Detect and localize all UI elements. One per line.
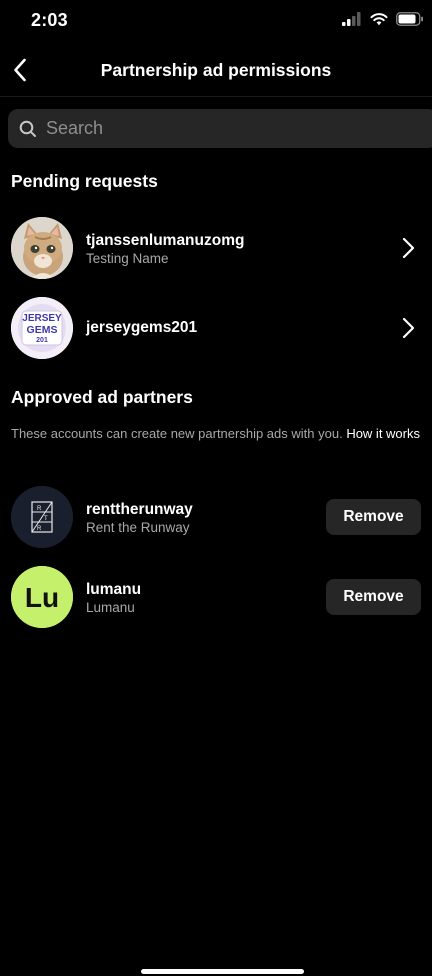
avatar: JERSEY GEMS 201	[11, 297, 73, 359]
display-name: Rent the Runway	[86, 520, 190, 535]
avatar: R T R	[11, 486, 73, 548]
rent-the-runway-logo: R T R	[11, 486, 73, 548]
status-icons	[342, 12, 424, 26]
pending-request-row[interactable]: tjanssenlumanuzomg Testing Name	[0, 217, 432, 281]
chevron-right-icon[interactable]	[398, 316, 418, 340]
status-time: 2:03	[31, 10, 68, 30]
avatar-text: 201	[36, 337, 48, 344]
lumanu-logo: Lu	[11, 566, 73, 628]
avatar-text: R	[37, 526, 42, 532]
approved-partners-heading: Approved ad partners	[11, 387, 193, 407]
pending-request-row[interactable]: JERSEY GEMS 201 jerseygems201	[0, 297, 432, 361]
battery-icon	[396, 12, 423, 26]
description-text: These accounts can create new partnershi…	[11, 426, 343, 441]
avatar-text: T	[44, 516, 48, 522]
username: tjanssenlumanuzomg	[86, 232, 245, 249]
username: lumanu	[86, 581, 142, 598]
search-input[interactable]	[44, 117, 348, 140]
approved-partner-row[interactable]: Lu lumanu Lumanu Remove	[0, 566, 432, 630]
remove-button[interactable]: Remove	[326, 499, 421, 535]
how-it-works-link[interactable]: How it works	[346, 426, 420, 441]
chevron-right-icon[interactable]	[398, 236, 418, 260]
display-name: Testing Name	[86, 251, 169, 266]
search-bar[interactable]	[8, 109, 432, 148]
avatar: Lu	[11, 566, 73, 628]
approved-partners-description: These accounts can create new partnershi…	[11, 424, 421, 443]
pending-requests-heading: Pending requests	[11, 171, 158, 191]
wifi-icon	[370, 13, 388, 26]
status-bar: 2:03	[0, 0, 432, 44]
username: renttherunway	[86, 501, 193, 518]
kitten-avatar-image	[11, 217, 73, 279]
search-icon	[18, 119, 38, 139]
jerseygems-logo: JERSEY GEMS 201	[11, 297, 73, 359]
avatar-text: R	[37, 506, 42, 512]
nav-header: Partnership ad permissions	[0, 44, 432, 97]
home-indicator[interactable]	[141, 969, 304, 974]
avatar-text: JERSEY	[22, 313, 62, 324]
username: jerseygems201	[86, 319, 198, 336]
display-name: Lumanu	[86, 600, 135, 615]
avatar	[11, 217, 73, 279]
approved-partner-row[interactable]: R T R renttherunway Rent the Runway Remo…	[0, 486, 432, 550]
avatar-text: Lu	[25, 582, 59, 613]
page-title: Partnership ad permissions	[100, 60, 332, 80]
cellular-signal-icon	[342, 12, 361, 26]
remove-button[interactable]: Remove	[326, 579, 421, 615]
avatar-text: GEMS	[27, 324, 58, 336]
